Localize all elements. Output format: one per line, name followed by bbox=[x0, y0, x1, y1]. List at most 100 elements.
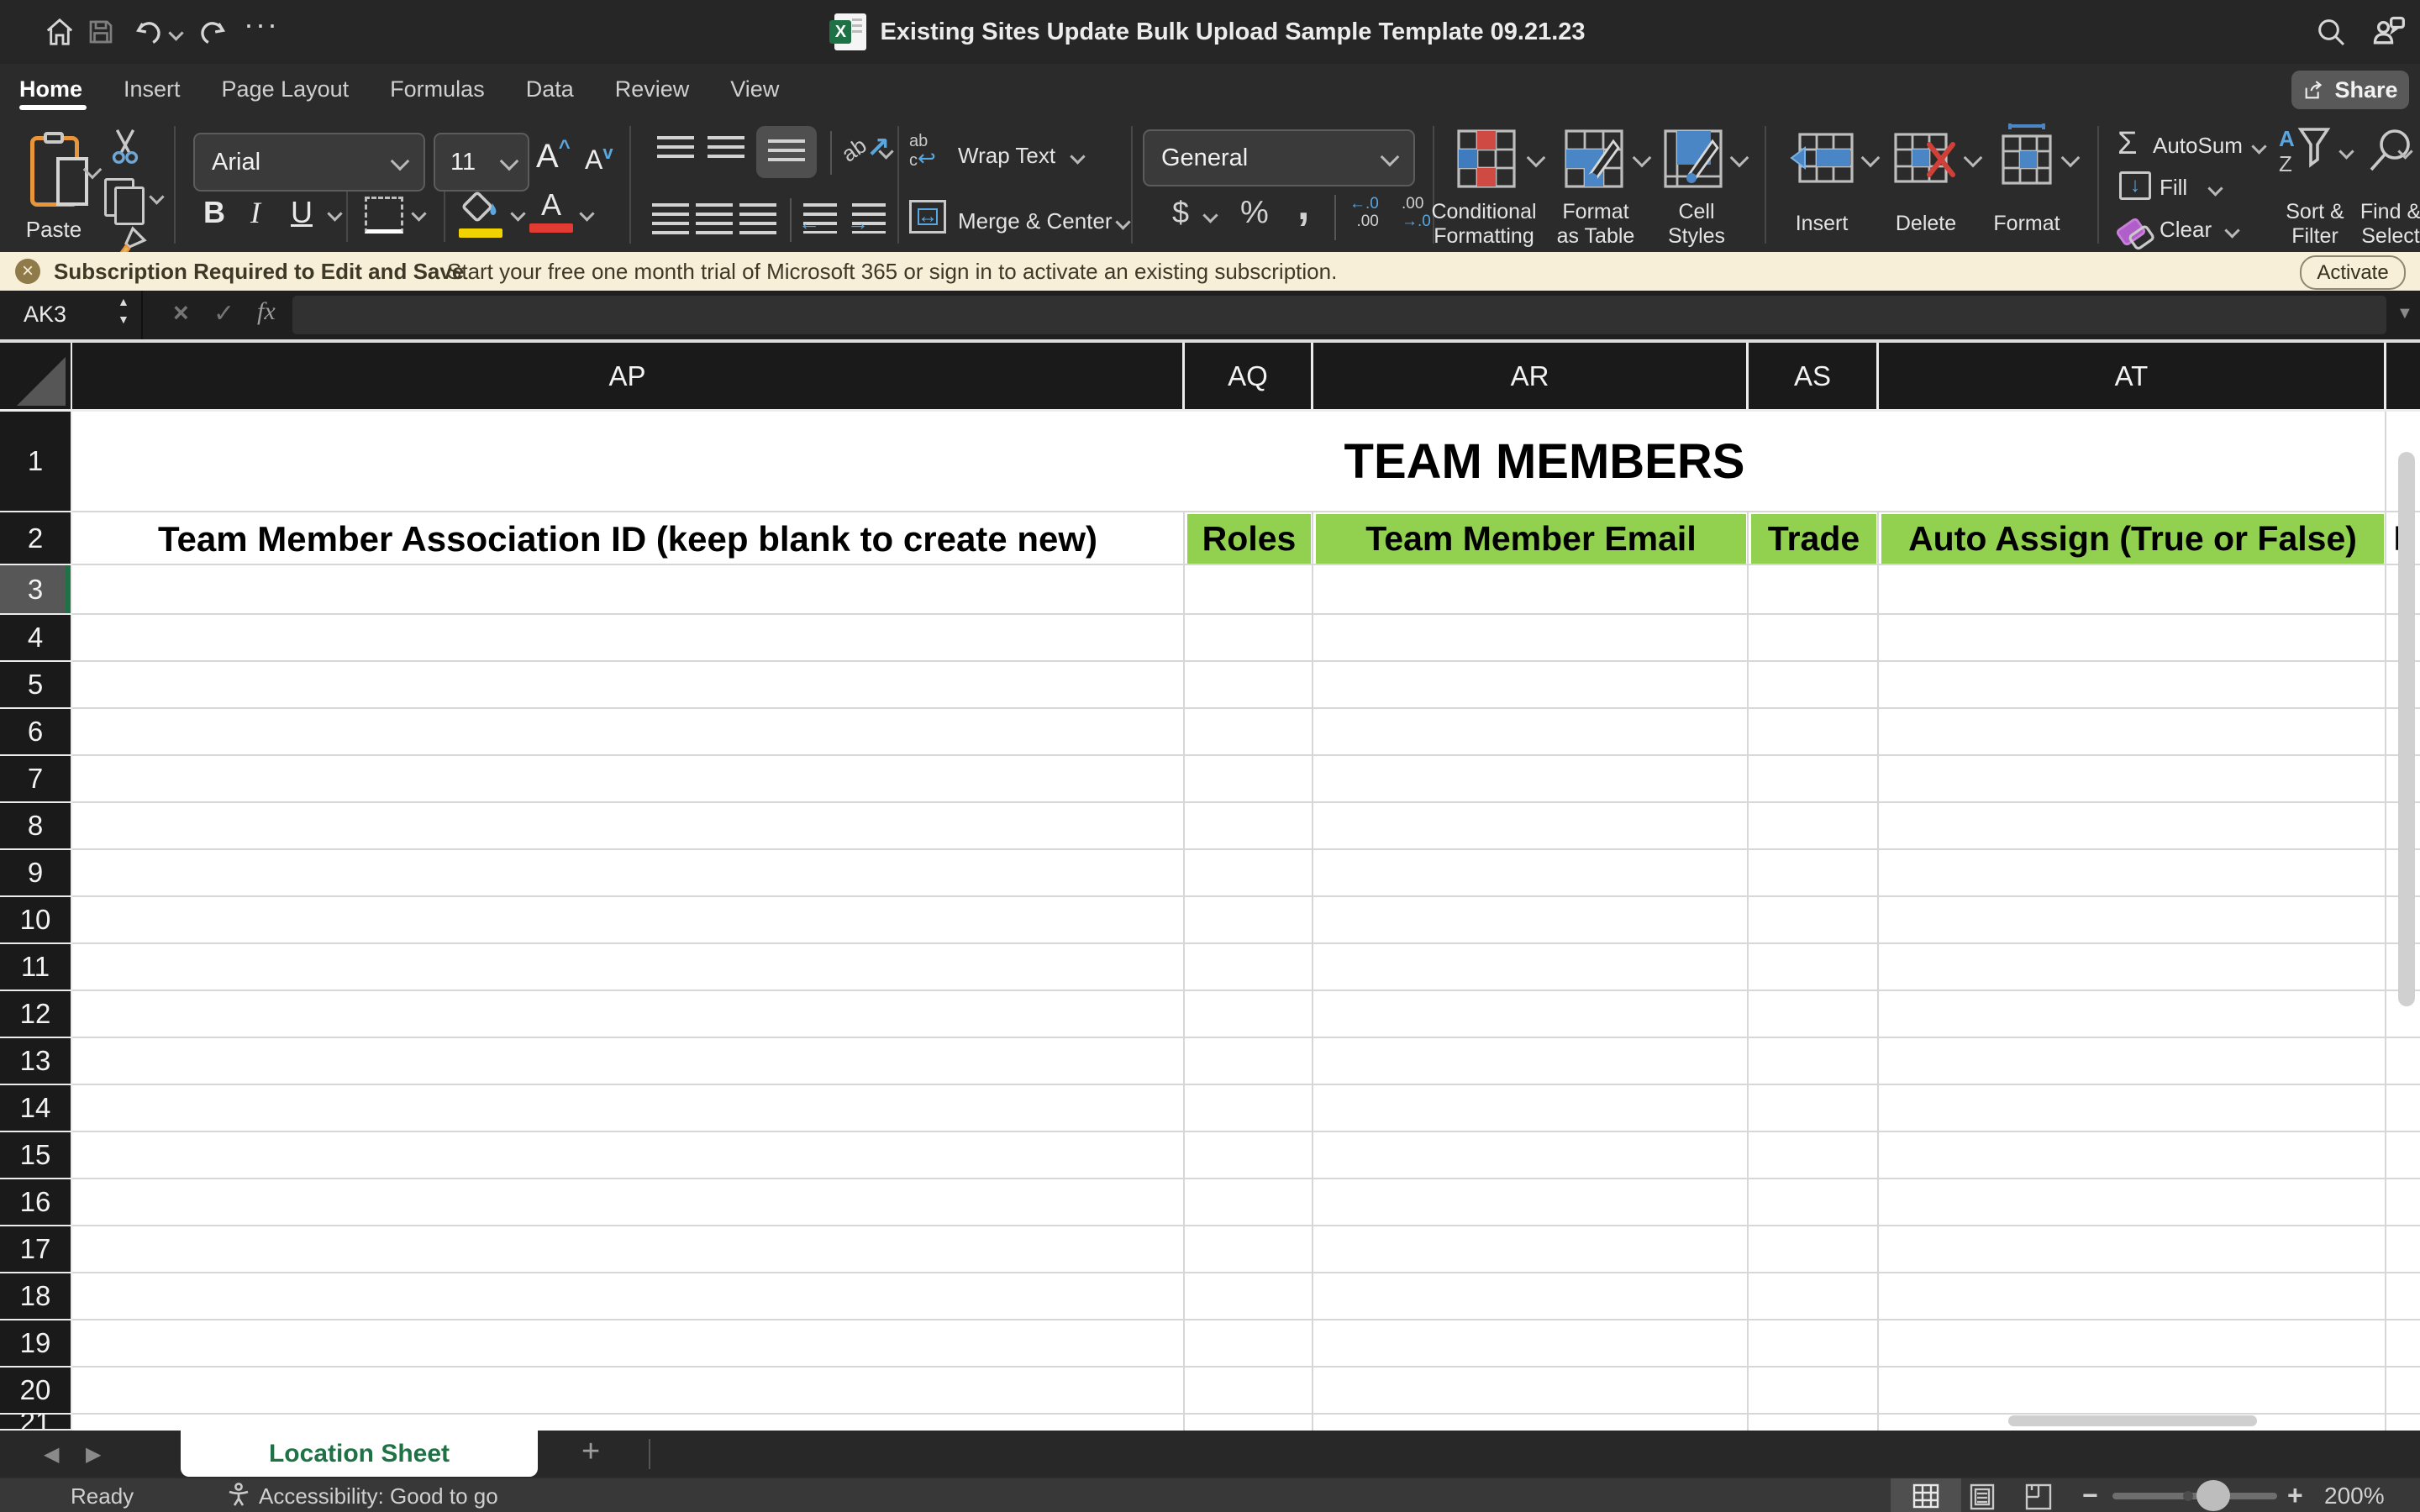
tab-formulas[interactable]: Formulas bbox=[390, 76, 485, 102]
cell-styles-chevron-icon[interactable] bbox=[1729, 148, 1749, 169]
align-left-icon[interactable] bbox=[652, 203, 689, 235]
bold-button[interactable]: B bbox=[203, 195, 225, 230]
clear-chevron-icon[interactable] bbox=[2224, 223, 2240, 240]
tab-insert[interactable]: Insert bbox=[124, 76, 181, 102]
zoom-slider-track[interactable] bbox=[2112, 1493, 2277, 1499]
row-header-18[interactable]: 18 bbox=[0, 1273, 71, 1319]
align-center-icon[interactable] bbox=[696, 203, 733, 235]
tab-data[interactable]: Data bbox=[526, 76, 574, 102]
add-sheet-button[interactable]: + bbox=[581, 1434, 600, 1470]
row2-cell[interactable]: Roles bbox=[1187, 514, 1311, 564]
row2-cell[interactable]: Team Member Email bbox=[1316, 514, 1746, 564]
zoom-slider-thumb[interactable] bbox=[2196, 1480, 2230, 1511]
row-header-20[interactable]: 20 bbox=[0, 1368, 71, 1413]
sheet-tab-active[interactable]: Location Sheet bbox=[181, 1431, 538, 1477]
search-icon[interactable] bbox=[2314, 15, 2348, 49]
italic-button[interactable]: I bbox=[250, 195, 260, 230]
wrap-text-button[interactable]: Wrap Text bbox=[958, 143, 1055, 169]
row-header-19[interactable]: 19 bbox=[0, 1320, 71, 1366]
row-header-15[interactable]: 15 bbox=[0, 1132, 71, 1178]
sort-filter-icon[interactable]: A Z bbox=[2279, 126, 2331, 176]
delete-cells-chevron-icon[interactable] bbox=[1963, 148, 1983, 169]
accessibility-icon[interactable] bbox=[225, 1482, 252, 1509]
underline-button[interactable]: U bbox=[291, 195, 313, 230]
currency-button[interactable]: $ bbox=[1172, 195, 1189, 230]
cancel-icon[interactable]: × bbox=[173, 297, 189, 328]
column-header-AR[interactable]: AR bbox=[1313, 343, 1746, 409]
fill-chevron-icon[interactable] bbox=[2207, 181, 2223, 198]
undo-chevron-icon[interactable] bbox=[168, 25, 184, 43]
name-box[interactable]: AK3 bbox=[24, 302, 66, 328]
row-header-3[interactable]: 3 bbox=[0, 565, 71, 613]
copy-chevron-icon[interactable] bbox=[149, 189, 165, 207]
column-header-AQ[interactable]: AQ bbox=[1185, 343, 1311, 409]
autosum-button[interactable]: AutoSum bbox=[2153, 133, 2243, 159]
comma-button[interactable]: , bbox=[1297, 180, 1309, 230]
borders-icon[interactable] bbox=[365, 197, 403, 234]
cut-icon[interactable] bbox=[106, 124, 145, 168]
row-header-11[interactable]: 11 bbox=[0, 944, 71, 990]
zoom-level[interactable]: 200% bbox=[2324, 1483, 2385, 1509]
formula-dropdown-icon[interactable]: ▼ bbox=[2396, 304, 2413, 323]
row-header-9[interactable]: 9 bbox=[0, 850, 71, 895]
name-box-spinner[interactable]: ▲ ▼ bbox=[118, 296, 129, 326]
view-normal-button[interactable] bbox=[1891, 1478, 1961, 1512]
tab-review[interactable]: Review bbox=[615, 76, 690, 102]
format-cells-icon[interactable] bbox=[2000, 123, 2054, 186]
status-accessibility[interactable]: Accessibility: Good to go bbox=[259, 1483, 498, 1509]
insert-cells-chevron-icon[interactable] bbox=[1860, 148, 1881, 169]
share-button[interactable]: Share bbox=[2291, 71, 2409, 109]
home-icon[interactable] bbox=[44, 15, 76, 49]
row-header-16[interactable]: 16 bbox=[0, 1179, 71, 1225]
row-header-4[interactable]: 4 bbox=[0, 615, 71, 660]
align-right-icon[interactable] bbox=[739, 203, 776, 235]
row-header-12[interactable]: 12 bbox=[0, 991, 71, 1037]
delete-cells-icon[interactable] bbox=[1892, 131, 1956, 185]
redo-icon[interactable] bbox=[195, 15, 229, 49]
zoom-in-button[interactable]: + bbox=[2287, 1480, 2303, 1511]
row-header-10[interactable]: 10 bbox=[0, 897, 71, 942]
row-header-6[interactable]: 6 bbox=[0, 709, 71, 754]
column-header-AS[interactable]: AS bbox=[1749, 343, 1876, 409]
tab-home[interactable]: Home bbox=[19, 76, 82, 102]
column-header-AT[interactable]: AT bbox=[1879, 343, 2384, 409]
save-icon[interactable] bbox=[86, 17, 116, 47]
increase-font-button[interactable]: A^ bbox=[536, 136, 571, 176]
vertical-scrollbar-thumb[interactable] bbox=[2398, 452, 2415, 1006]
row2-cell[interactable]: Trade bbox=[1751, 514, 1876, 564]
cell-styles-icon[interactable] bbox=[1662, 128, 1724, 190]
paste-button[interactable] bbox=[30, 132, 88, 207]
column-header-partial[interactable] bbox=[2386, 343, 2420, 409]
conditional-formatting-chevron-icon[interactable] bbox=[1526, 148, 1546, 169]
feedback-person-icon[interactable] bbox=[2370, 13, 2407, 50]
activate-button[interactable]: Activate bbox=[2300, 255, 2406, 290]
conditional-formatting-icon[interactable] bbox=[1455, 128, 1518, 190]
currency-chevron-icon[interactable] bbox=[1202, 207, 1218, 225]
row-header-14[interactable]: 14 bbox=[0, 1085, 71, 1131]
zoom-out-button[interactable]: − bbox=[2082, 1480, 2098, 1511]
select-all-corner[interactable] bbox=[0, 343, 71, 409]
format-as-table-chevron-icon[interactable] bbox=[1632, 148, 1652, 169]
decrease-decimal-button[interactable]: ←.0 .00 bbox=[1349, 195, 1379, 230]
merge-center-button[interactable]: Merge & Center bbox=[958, 208, 1113, 234]
view-page-break-button[interactable] bbox=[2025, 1483, 2052, 1510]
next-sheet-icon[interactable]: ▶ bbox=[86, 1442, 101, 1467]
underline-chevron-icon[interactable] bbox=[327, 206, 343, 223]
format-as-table-icon[interactable] bbox=[1563, 128, 1625, 190]
row-header-21[interactable]: 21 bbox=[0, 1415, 71, 1429]
orientation-chevron-icon[interactable] bbox=[878, 144, 894, 161]
paste-chevron-icon[interactable] bbox=[82, 160, 103, 181]
row2-cell[interactable]: Auto Assign (True or False) bbox=[1881, 514, 2384, 564]
row-header-1[interactable]: 1 bbox=[0, 412, 71, 511]
merge-center-chevron-icon[interactable] bbox=[1115, 214, 1131, 232]
autosum-chevron-icon[interactable] bbox=[2251, 139, 2267, 156]
insert-cells-icon[interactable] bbox=[1788, 131, 1855, 185]
formula-input[interactable] bbox=[292, 296, 2386, 334]
fill-color-icon[interactable] bbox=[459, 190, 502, 238]
format-cells-chevron-icon[interactable] bbox=[2060, 148, 2081, 169]
row-header-8[interactable]: 8 bbox=[0, 803, 71, 848]
row2-cell[interactable]: Team Member Association ID (keep blank t… bbox=[72, 514, 1183, 564]
tab-page-layout[interactable]: Page Layout bbox=[222, 76, 350, 102]
percent-button[interactable]: % bbox=[1240, 195, 1269, 231]
borders-chevron-icon[interactable] bbox=[411, 206, 427, 223]
